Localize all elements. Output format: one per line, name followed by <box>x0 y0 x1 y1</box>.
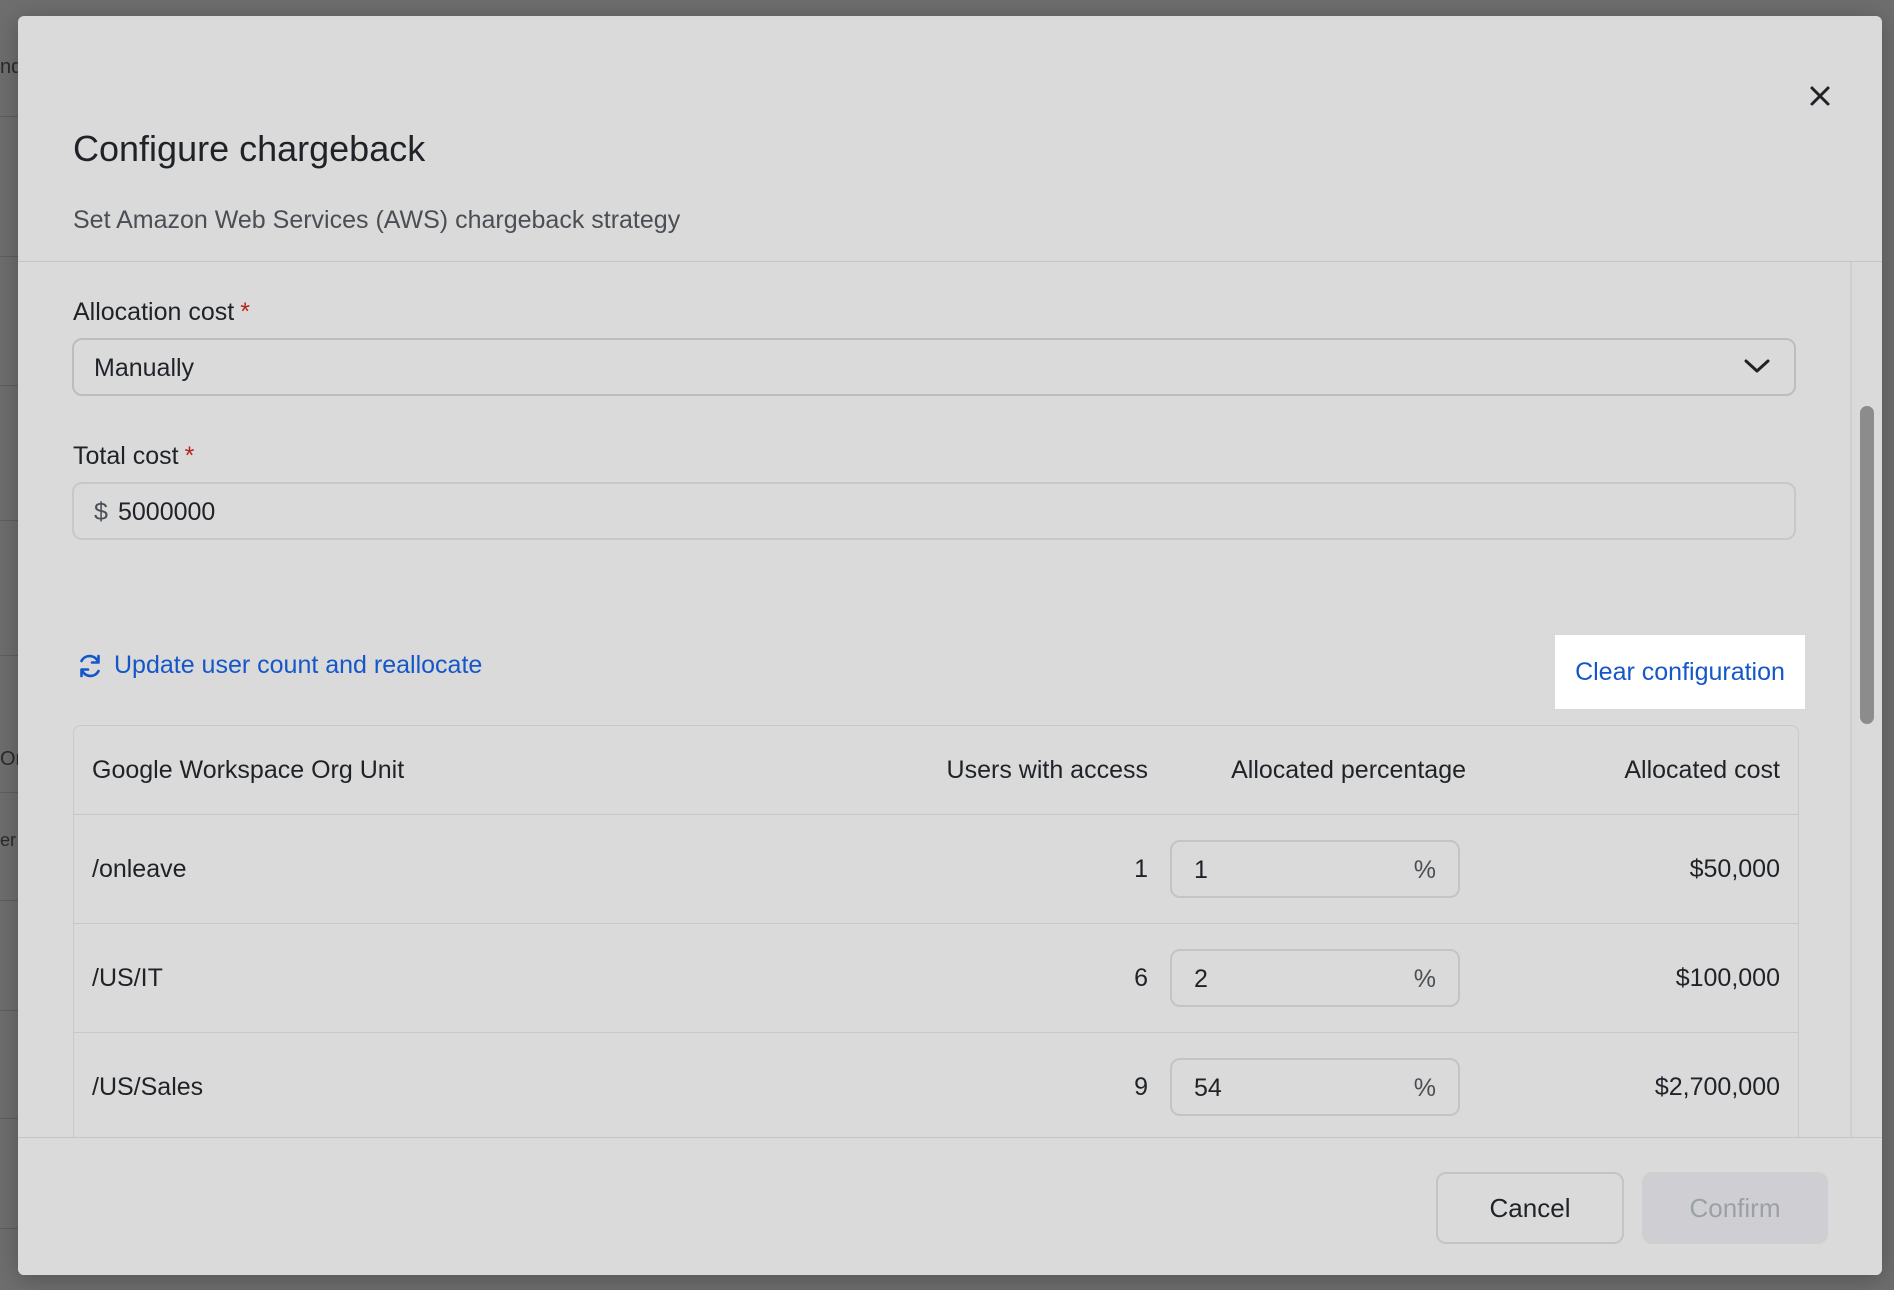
refresh-icon <box>80 654 100 677</box>
percentage-input[interactable]: 54 % <box>1170 1058 1460 1116</box>
total-cost-label: Total cost * <box>73 442 194 471</box>
allocation-cost-value: Manually <box>94 354 195 382</box>
percentage-input[interactable]: 2 % <box>1170 949 1460 1007</box>
currency-symbol: $ <box>94 498 108 526</box>
column-header-users: Users with access <box>946 755 1148 784</box>
background-divider <box>0 256 20 257</box>
percentage-cell: 2 % <box>1170 924 1460 1032</box>
org-unit-cell: /onleave <box>92 854 187 883</box>
background-divider <box>0 900 20 901</box>
background-divider <box>0 1010 20 1011</box>
allocated-cost-cell: $100,000 <box>1675 963 1780 992</box>
background-text-fragment: er <box>0 830 17 850</box>
scrollbar-track <box>1850 262 1852 1154</box>
table-header-row: Google Workspace Org Unit Users with acc… <box>74 726 1798 815</box>
dialog-body[interactable]: Allocation cost * Manually Total cost * $ … <box>18 262 1882 1154</box>
background-divider <box>0 792 20 793</box>
users-cell: 9 <box>1134 1072 1148 1101</box>
close-button[interactable] <box>1802 78 1838 114</box>
percentage-value: 1 <box>1194 856 1208 884</box>
allocation-cost-label: Allocation cost * <box>73 298 250 327</box>
percentage-cell: 54 % <box>1170 1033 1460 1141</box>
percentage-value: 54 <box>1194 1074 1222 1102</box>
allocated-cost-cell: $50,000 <box>1689 854 1780 883</box>
background-divider <box>0 520 20 521</box>
table-row: /US/IT 6 2 % $100,000 <box>74 924 1798 1033</box>
users-cell: 6 <box>1134 963 1148 992</box>
background-divider <box>0 655 20 656</box>
background-text-fragment: nd <box>0 56 18 78</box>
cancel-button[interactable]: Cancel <box>1436 1172 1624 1244</box>
column-header-org-unit: Google Workspace Org Unit <box>92 755 405 784</box>
percent-symbol: % <box>1413 1074 1436 1102</box>
users-cell: 1 <box>1134 854 1148 883</box>
column-header-percentage: Allocated percentage <box>1231 755 1466 784</box>
percentage-input[interactable]: 1 % <box>1170 840 1460 898</box>
dialog-footer: Cancel Confirm <box>18 1137 1882 1275</box>
org-unit-cell: /US/IT <box>92 963 163 992</box>
percentage-value: 2 <box>1194 965 1208 993</box>
dialog-subtitle: Set Amazon Web Services (AWS) chargeback… <box>73 206 681 234</box>
total-cost-label-text: Total cost <box>73 442 179 470</box>
allocation-cost-label-text: Allocation cost <box>73 298 235 326</box>
dialog-title: Configure chargeback <box>73 128 426 169</box>
configure-chargeback-dialog: Configure chargeback Set Amazon Web Serv… <box>18 16 1882 1275</box>
percent-symbol: % <box>1413 856 1436 884</box>
total-cost-input[interactable]: $ 5000000 <box>72 482 1796 540</box>
total-cost-value: 5000000 <box>118 498 216 526</box>
background-divider <box>0 116 20 117</box>
background-divider <box>0 385 20 386</box>
background-divider <box>0 1118 20 1119</box>
table-row: /onleave 1 1 % $50,000 <box>74 815 1798 924</box>
allocation-table: Google Workspace Org Unit Users with acc… <box>73 725 1799 1154</box>
background-text-fragment: Or <box>0 748 18 770</box>
allocation-cost-select[interactable]: Manually <box>72 338 1796 396</box>
chevron-down-icon <box>1744 359 1770 373</box>
update-user-count-link[interactable]: Update user count and reallocate <box>76 651 482 680</box>
org-unit-cell: /US/Sales <box>92 1072 204 1101</box>
required-marker: * <box>240 298 250 326</box>
background-divider <box>0 1228 20 1229</box>
column-header-cost: Allocated cost <box>1624 755 1780 784</box>
allocated-cost-cell: $2,700,000 <box>1654 1072 1780 1101</box>
clear-configuration-button[interactable]: Clear configuration <box>1555 635 1805 709</box>
percentage-cell: 1 % <box>1170 815 1460 923</box>
close-icon <box>1810 86 1830 106</box>
percent-symbol: % <box>1413 965 1436 993</box>
update-user-count-label: Update user count and reallocate <box>114 651 483 679</box>
table-row: /US/Sales 9 54 % $2,700,000 <box>74 1033 1798 1142</box>
scrollbar-thumb[interactable] <box>1860 406 1874 724</box>
required-marker: * <box>184 442 195 470</box>
confirm-button[interactable]: Confirm <box>1642 1172 1828 1244</box>
